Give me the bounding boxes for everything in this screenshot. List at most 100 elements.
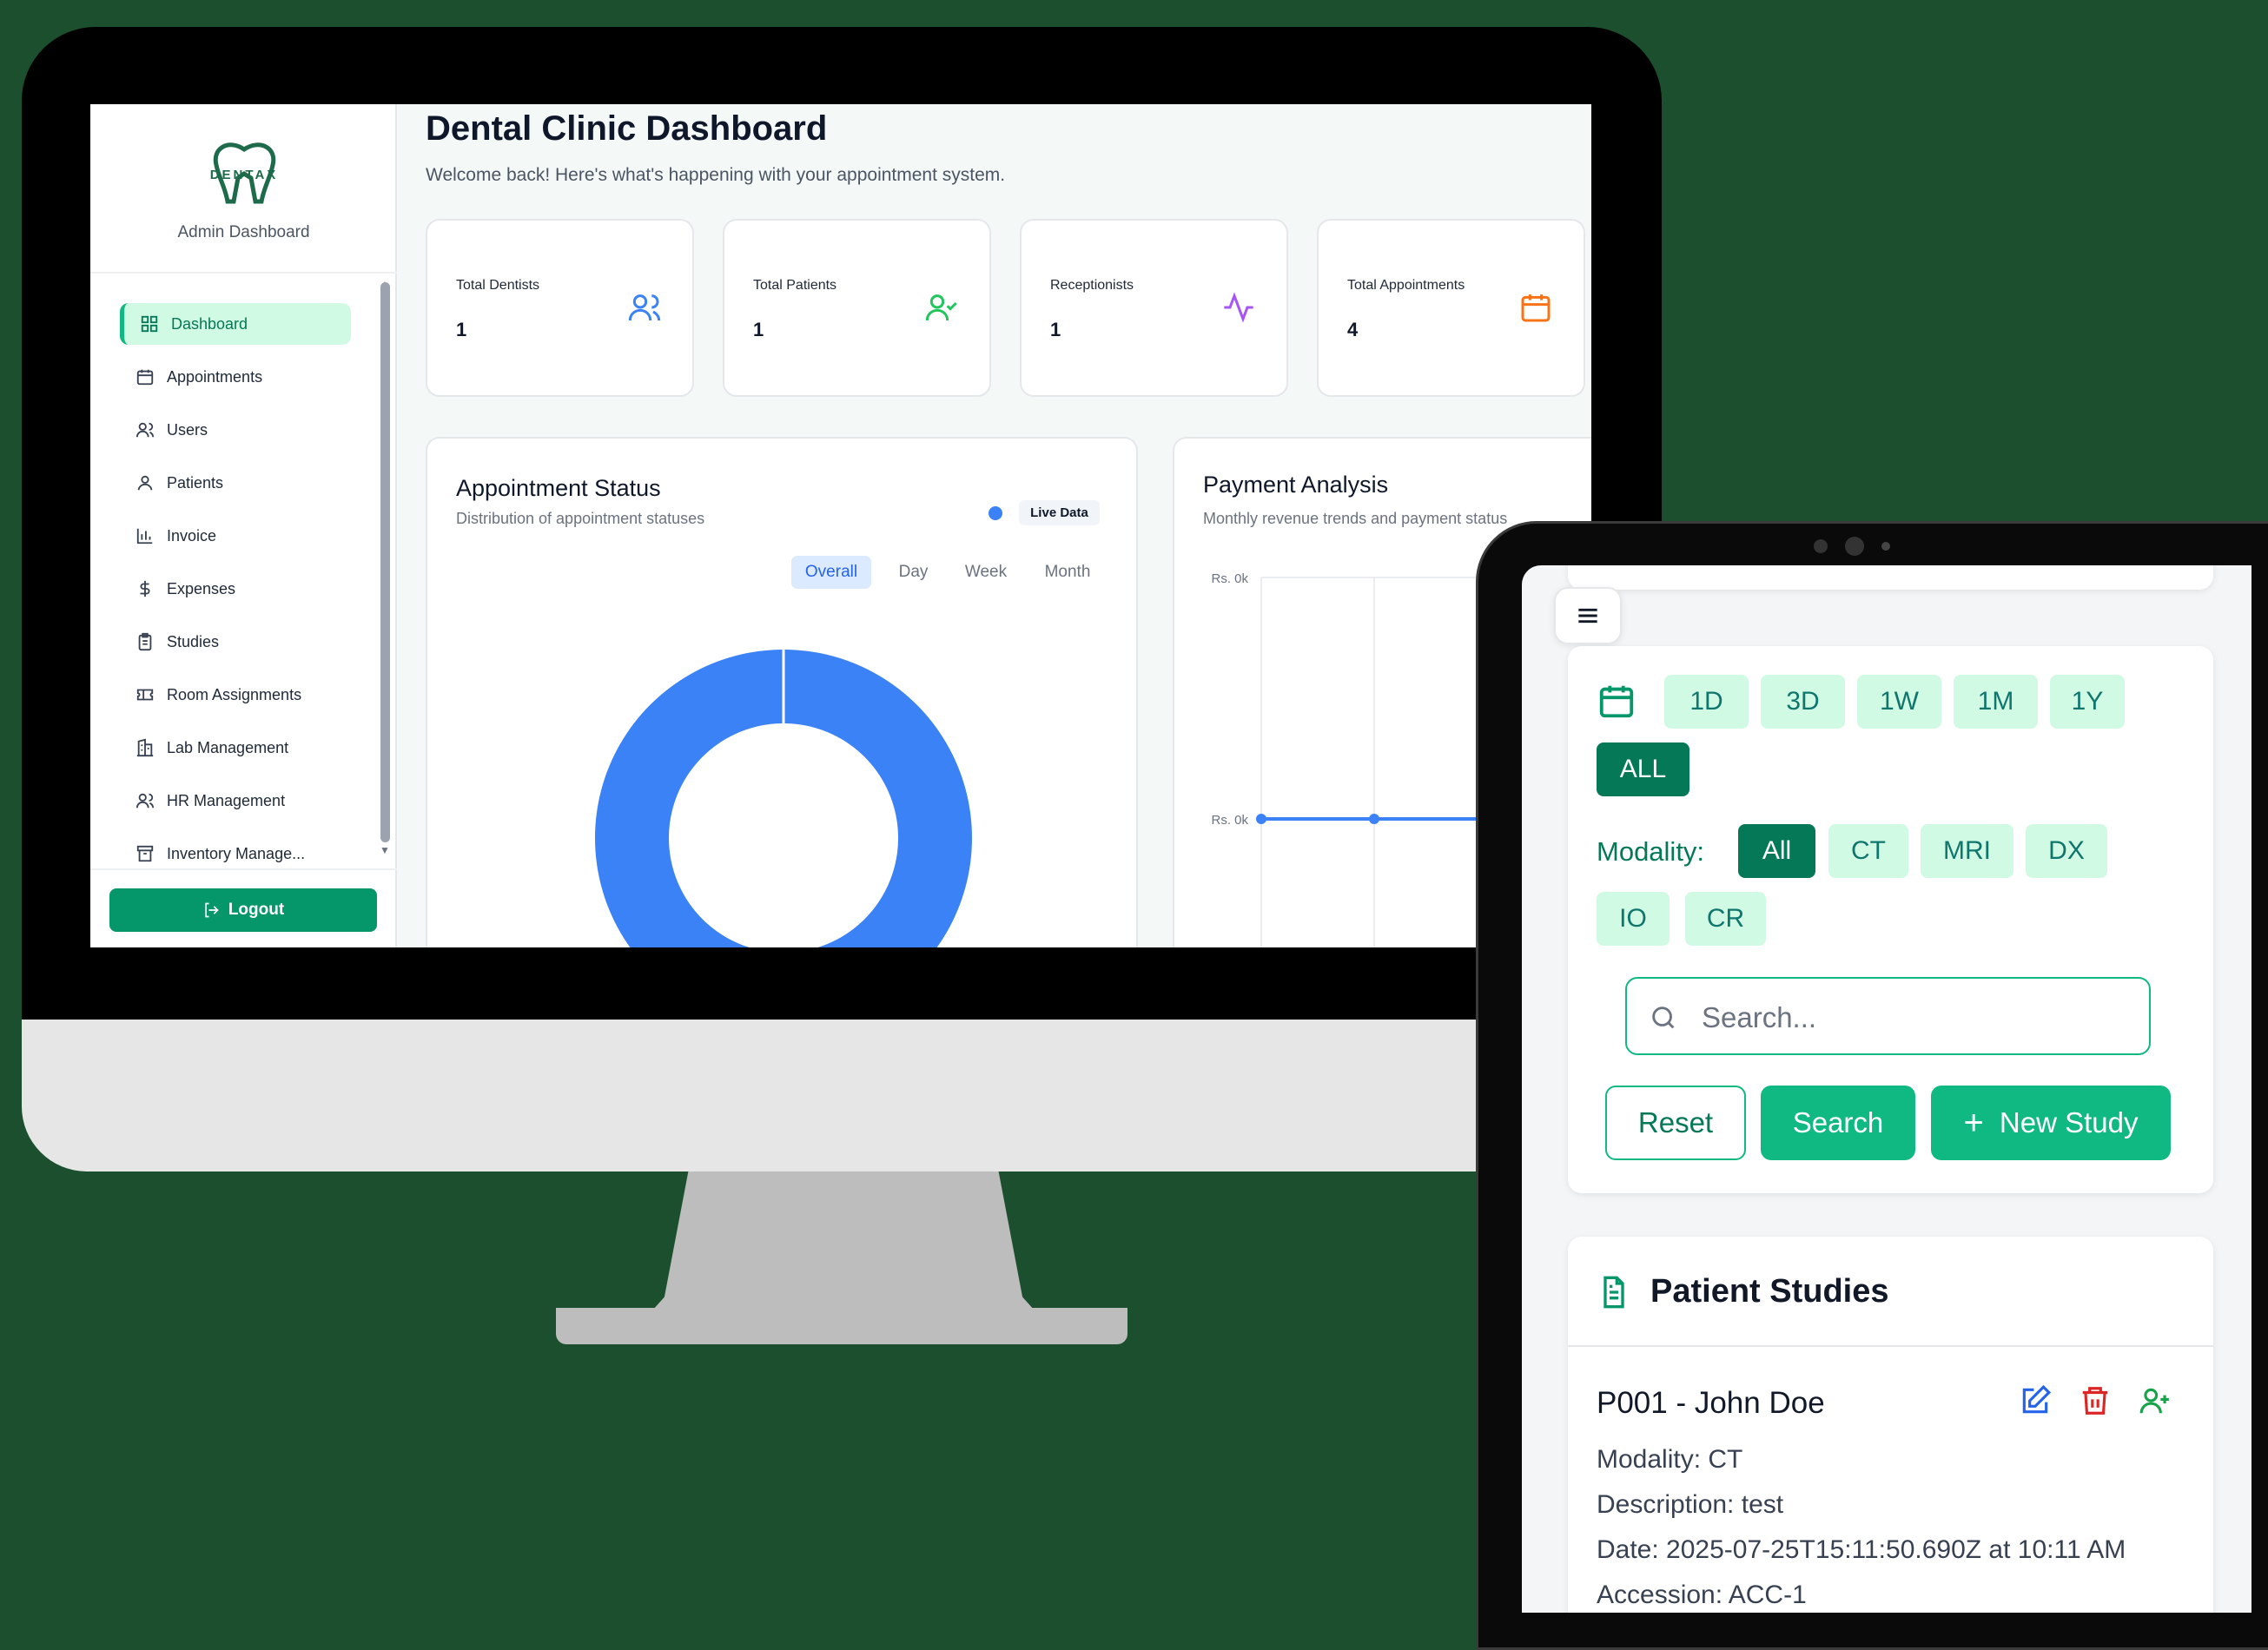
building-icon: [136, 738, 154, 757]
sidebar-item-lab-management[interactable]: Lab Management: [120, 727, 351, 769]
hamburger-icon: [1578, 608, 1597, 624]
document-icon: [1603, 1276, 1624, 1309]
date-filter-1d[interactable]: 1D: [1664, 675, 1749, 729]
modality-ct[interactable]: CT: [1828, 824, 1908, 878]
camera-dot: [1814, 539, 1828, 553]
date-filter-1w[interactable]: 1W: [1857, 675, 1941, 729]
sidebar-item-dashboard[interactable]: Dashboard: [120, 303, 351, 345]
plus-icon: +: [1963, 1103, 1984, 1142]
top-card: [1568, 565, 2213, 590]
logout-button[interactable]: Logout: [109, 888, 377, 932]
date-filter-all[interactable]: ALL: [1597, 742, 1689, 796]
study-date: Date: 2025-07-25T15:11:50.690Z at 10:11 …: [1597, 1535, 2126, 1564]
sidebar-item-expenses[interactable]: Expenses: [120, 568, 351, 610]
assign-user-icon[interactable]: [2138, 1384, 2172, 1417]
user-icon: [137, 475, 153, 491]
clipboard-icon: [138, 632, 152, 651]
ticket-icon: [136, 689, 154, 701]
sidebar-scrollbar[interactable]: [380, 282, 390, 842]
appointment-status-card: Appointment Status Distribution of appoi…: [426, 437, 1138, 947]
date-filter-1m[interactable]: 1M: [1954, 675, 2038, 729]
stat-value: 4: [1347, 319, 1359, 340]
sidebar-item-hr-management[interactable]: HR Management: [120, 780, 351, 822]
sidebar-item-users[interactable]: Users: [120, 409, 351, 451]
y-tick-label: Rs. 0k: [1211, 571, 1248, 586]
delete-icon[interactable]: [2079, 1384, 2112, 1417]
scroll-down-arrow[interactable]: ▼: [380, 844, 390, 856]
sidebar-item-label: Appointments: [167, 367, 263, 386]
tab-overall[interactable]: Overall: [791, 556, 871, 589]
sidebar-item-label: Patients: [167, 473, 224, 492]
stat-label: Total Dentists: [456, 278, 540, 293]
new-study-label: New Study: [1999, 1106, 2139, 1138]
desktop-screen: DENTAX Admin Dashboard Dashboard Appoint…: [90, 104, 1591, 947]
search-input[interactable]: Search...: [1625, 977, 2151, 1055]
tab-week[interactable]: Week: [951, 556, 1021, 589]
stat-label: Receptionists: [1050, 278, 1134, 293]
data-point: [1256, 814, 1266, 824]
new-study-button[interactable]: + New Study: [1931, 1086, 2171, 1160]
search-button[interactable]: Search: [1761, 1086, 1915, 1160]
menu-button[interactable]: [1554, 587, 1622, 644]
sidebar-item-room-assignments[interactable]: Room Assignments: [120, 674, 351, 716]
search-icon: [1652, 1006, 1675, 1029]
calendar-icon: [1521, 294, 1551, 322]
sidebar-item-label: Expenses: [167, 579, 236, 597]
study-title: P001 - John Doe: [1597, 1386, 1825, 1420]
sidebar-divider: [90, 868, 397, 870]
stat-card-dentists: Total Dentists 1: [426, 219, 694, 397]
stat-label: Total Appointments: [1347, 278, 1465, 293]
stat-card-receptionists: Receptionists 1: [1020, 219, 1288, 397]
card-title: Appointment Status: [456, 475, 661, 501]
page-title: Dental Clinic Dashboard: [426, 109, 828, 148]
modality-io[interactable]: IO: [1597, 892, 1670, 946]
sidebar-item-studies[interactable]: Studies: [120, 621, 351, 663]
modality-dx[interactable]: DX: [2026, 824, 2107, 878]
date-filter-3d[interactable]: 3D: [1761, 675, 1845, 729]
bar-chart-icon: [136, 528, 153, 544]
modality-mri[interactable]: MRI: [1921, 824, 2013, 878]
user-check-icon: [925, 294, 957, 321]
card-subtitle: Distribution of appointment statuses: [456, 510, 705, 527]
users-icon: [628, 294, 661, 321]
reset-button[interactable]: Reset: [1605, 1086, 1746, 1160]
sidebar-item-label: Room Assignments: [167, 685, 302, 703]
modality-all[interactable]: All: [1738, 824, 1815, 878]
sidebar-item-label: Dashboard: [171, 314, 248, 333]
sidebar-item-patients[interactable]: Patients: [120, 462, 351, 504]
sidebar-item-appointments[interactable]: Appointments: [120, 356, 351, 398]
monitor-chin: [22, 1020, 1662, 1172]
archive-icon: [136, 845, 154, 862]
sidebar-item-label: HR Management: [167, 791, 286, 809]
sidebar-item-label: Lab Management: [167, 738, 289, 756]
tab-day[interactable]: Day: [885, 556, 942, 589]
sidebar-divider: [90, 272, 397, 274]
stat-label: Total Patients: [753, 278, 837, 293]
modality-cr[interactable]: CR: [1685, 892, 1766, 946]
logout-icon: [205, 902, 219, 918]
sidebar-item-label: Users: [167, 420, 208, 439]
activity-icon: [1224, 292, 1253, 323]
admin-dashboard-label: Admin Dashboard: [177, 223, 310, 241]
studies-title: Patient Studies: [1650, 1273, 1889, 1310]
users-icon: [136, 793, 155, 808]
card-divider: [1568, 1345, 2213, 1347]
study-modality: Modality: CT: [1597, 1445, 1743, 1474]
card-subtitle: Monthly revenue trends and payment statu…: [1203, 510, 1508, 527]
y-tick-label: Rs. 0k: [1211, 813, 1248, 828]
calendar-icon: [136, 369, 154, 386]
camera-lens: [1845, 537, 1864, 556]
sidebar-item-label: Studies: [167, 632, 220, 650]
logo-text: DENTAX: [209, 168, 279, 182]
edit-icon[interactable]: [2019, 1384, 2052, 1417]
camera-sensor: [1881, 542, 1890, 551]
live-data-badge: Live Data: [1019, 500, 1100, 525]
logout-label: Logout: [228, 901, 285, 919]
live-indicator-dot: [989, 506, 1002, 520]
sidebar-item-invoice[interactable]: Invoice: [120, 515, 351, 557]
study-description: Description: test: [1597, 1490, 1784, 1519]
filter-card: 1D 3D 1W 1M 1Y ALL Modality: All CT MRI …: [1568, 646, 2213, 1193]
tab-month[interactable]: Month: [1028, 556, 1107, 589]
sidebar: DENTAX Admin Dashboard Dashboard Appoint…: [90, 104, 397, 947]
date-filter-1y[interactable]: 1Y: [2050, 675, 2125, 729]
